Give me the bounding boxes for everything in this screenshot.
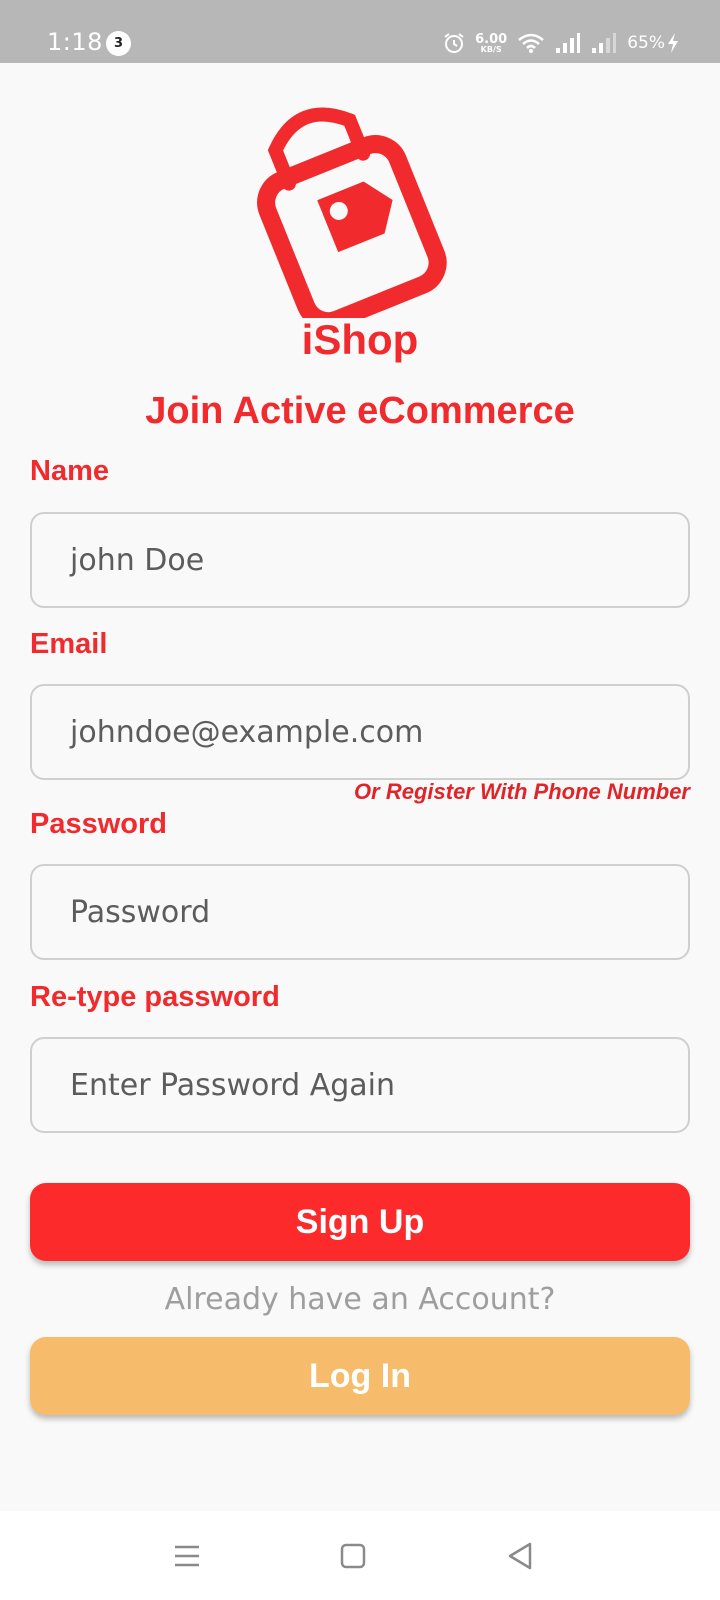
name-label: Name [30, 455, 109, 487]
password-label: Password [30, 808, 167, 840]
register-with-phone-link[interactable]: Or Register With Phone Number [354, 779, 690, 805]
status-bar: 1:18 3 6.00 KB/S 65% [0, 0, 720, 63]
signal-weak-icon [592, 33, 617, 53]
password-placeholder: Password [70, 894, 211, 930]
battery: 65% [627, 32, 680, 54]
net-speed-value: 6.00 [475, 31, 508, 47]
net-speed: 6.00 KB/S [475, 33, 507, 54]
charging-icon [668, 33, 678, 53]
log-in-button[interactable]: Log In [30, 1337, 690, 1415]
home-square-icon[interactable] [336, 1539, 370, 1573]
status-icons: 6.00 KB/S 65% [443, 28, 680, 58]
signal-icon [556, 33, 581, 53]
retype-password-input[interactable]: Enter Password Again [30, 1037, 690, 1133]
name-input-value: john Doe [70, 542, 205, 578]
shop-bag-logo [250, 98, 450, 331]
menu-icon[interactable] [170, 1539, 204, 1573]
page-title: Join Active eCommerce [145, 390, 575, 432]
retype-password-placeholder: Enter Password Again [70, 1067, 396, 1103]
alarm-icon [444, 33, 464, 53]
sign-up-button[interactable]: Sign Up [30, 1183, 690, 1261]
name-input[interactable]: john Doe [30, 512, 690, 608]
email-input-value: johndoe@example.com [70, 714, 424, 750]
wifi-icon [518, 33, 545, 53]
brand-name: iShop [301, 316, 419, 363]
password-input[interactable]: Password [30, 864, 690, 960]
navigation-bar [0, 1511, 720, 1600]
notification-badge: 3 [106, 31, 131, 56]
net-speed-unit: KB/S [480, 44, 502, 54]
battery-percent: 65% [627, 33, 665, 53]
back-triangle-icon[interactable] [504, 1539, 538, 1573]
status-time: 1:18 [47, 28, 103, 56]
email-input[interactable]: johndoe@example.com [30, 684, 690, 780]
retype-password-label: Re-type password [30, 981, 280, 1013]
already-have-account-text: Already have an Account? [164, 1282, 556, 1317]
email-label: Email [30, 628, 108, 660]
